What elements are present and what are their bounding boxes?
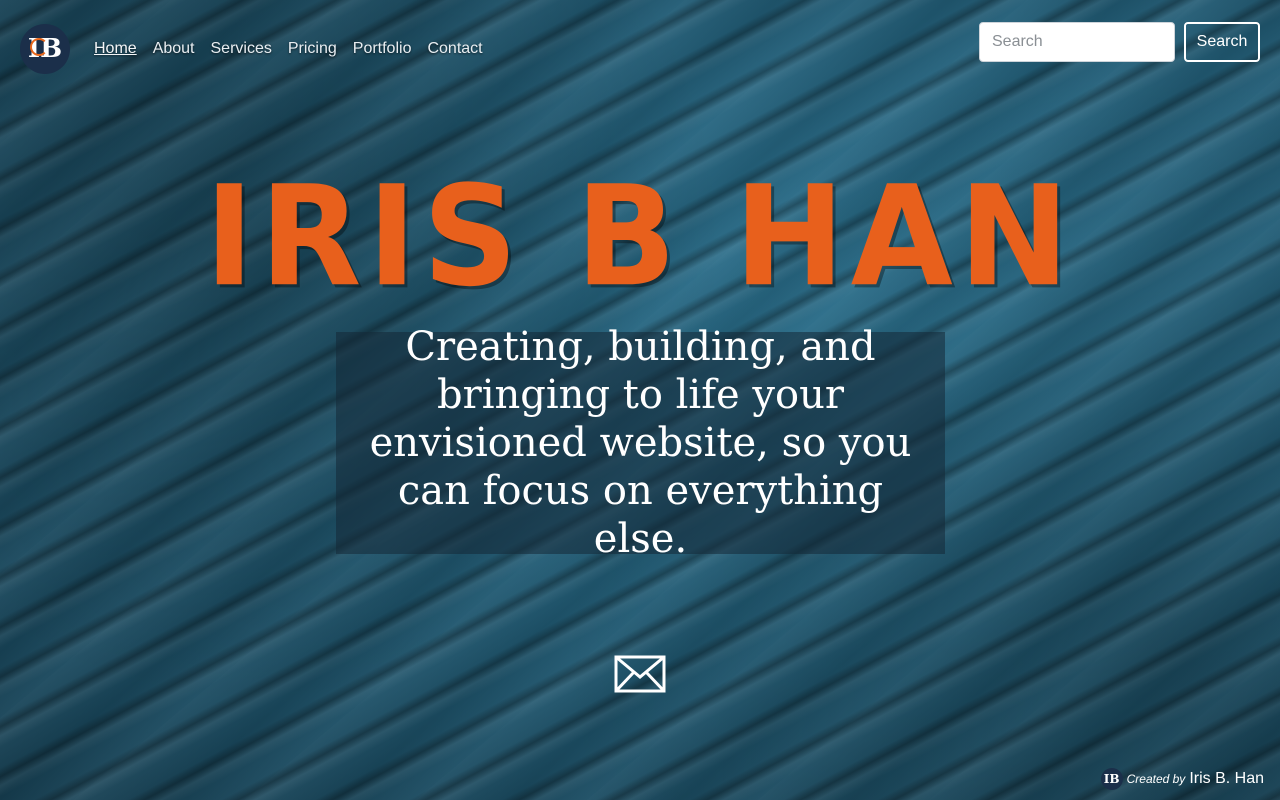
credit-author: Iris B. Han bbox=[1189, 770, 1264, 787]
main-menu: Home About Services Pricing Portfolio Co… bbox=[94, 40, 483, 58]
search-button[interactable]: Search bbox=[1184, 22, 1260, 62]
nav-services-link[interactable]: Services bbox=[211, 40, 272, 58]
tagline-panel: Creating, building, and bringing to life… bbox=[336, 324, 945, 562]
nav-pricing-link[interactable]: Pricing bbox=[288, 40, 337, 58]
credit-by-label: Created by bbox=[1126, 772, 1186, 786]
logo-swirl bbox=[30, 38, 48, 56]
envelope-icon[interactable] bbox=[614, 655, 666, 693]
hero-title: IRIS B HAN bbox=[204, 156, 1076, 318]
search-input[interactable] bbox=[979, 22, 1175, 62]
creator-credit[interactable]: IB Created by Iris B. Han bbox=[1100, 768, 1264, 790]
nav-portfolio-link[interactable]: Portfolio bbox=[353, 40, 412, 58]
top-navbar: IB Home About Services Pricing Portfolio… bbox=[0, 0, 1280, 96]
brand-logo[interactable]: IB bbox=[20, 24, 70, 74]
credit-logo-icon: IB bbox=[1100, 768, 1123, 790]
nav-contact-link[interactable]: Contact bbox=[427, 40, 482, 58]
nav-about-link[interactable]: About bbox=[153, 40, 195, 58]
nav-home-link[interactable]: Home bbox=[94, 40, 137, 58]
hero-tagline: Creating, building, and bringing to life… bbox=[369, 324, 912, 562]
